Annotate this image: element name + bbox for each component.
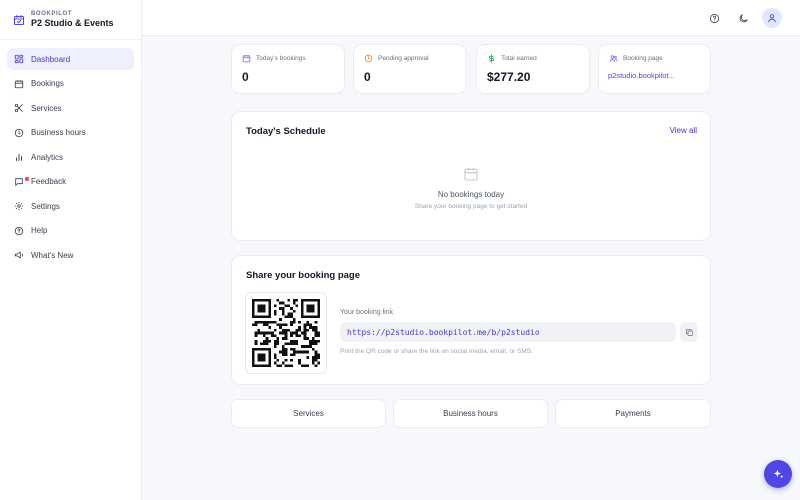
qr-code[interactable] <box>245 292 327 374</box>
help-icon <box>14 226 24 236</box>
notification-dot <box>25 176 29 181</box>
sidebar-item-business-hours[interactable]: Business hours <box>7 122 134 144</box>
sidebar-item-label: Bookings <box>31 79 64 88</box>
user-avatar-button[interactable] <box>762 8 782 28</box>
booking-link-field[interactable]: https://p2studio.bookpilot.me/b/p2studio <box>340 322 676 342</box>
stat-card-todays-bookings: Today's bookings 0 <box>231 44 345 94</box>
brand-name: P2 Studio & Events <box>31 18 114 28</box>
dollar-icon <box>488 54 494 63</box>
sidebar-item-label: Dashboard <box>31 54 71 64</box>
view-all-link[interactable]: View all <box>670 126 697 135</box>
stat-label: Today's bookings <box>256 55 306 62</box>
stat-label: Booking page <box>623 55 663 62</box>
copy-icon <box>685 328 693 336</box>
top-header <box>142 0 800 36</box>
clock-icon <box>364 54 373 63</box>
sidebar-item-label: Help <box>31 226 48 235</box>
user-icon <box>768 14 776 23</box>
share-booking-card: Share your booking page Your booking lin… <box>231 255 711 385</box>
gear-icon <box>14 201 24 211</box>
sidebar-item-label: Settings <box>31 201 60 211</box>
stat-card-total-earned: Total earned $277.20 <box>476 44 590 94</box>
services-button[interactable]: Services <box>231 399 386 428</box>
stat-value: 0 <box>364 70 371 84</box>
dashboard-icon <box>14 54 24 64</box>
assistant-button[interactable] <box>764 460 792 488</box>
stat-value: $277.20 <box>487 70 531 84</box>
theme-toggle-button[interactable] <box>733 8 753 28</box>
todays-schedule-card: Today's Schedule View all No bookings to… <box>231 111 711 241</box>
qr-code-image <box>252 299 320 367</box>
sidebar-item-whats-new[interactable]: What's New <box>7 244 134 266</box>
sidebar-item-feedback[interactable]: Feedback <box>7 171 134 193</box>
calendar-check-icon <box>13 14 25 25</box>
sidebar-item-label: Analytics <box>31 152 64 162</box>
stat-card-booking-page[interactable]: Booking page p2studio.bookpilot... <box>598 44 711 94</box>
megaphone-icon <box>14 250 24 260</box>
empty-title: No bookings today <box>437 190 505 199</box>
stat-value: 0 <box>242 70 249 84</box>
main-content: Today's bookings 0 Pending approval 0 To… <box>142 36 800 500</box>
stat-card-pending-approval: Pending approval 0 <box>353 44 467 94</box>
clock-icon <box>14 128 24 138</box>
business-hours-button[interactable]: Business hours <box>393 399 548 428</box>
sidebar-item-label: What's New <box>31 250 74 260</box>
scissors-icon <box>14 103 24 113</box>
link-label: Your booking link <box>340 309 394 316</box>
stat-label: Total earned <box>501 55 537 62</box>
calendar-icon <box>464 168 478 181</box>
brand[interactable]: BOOKPILOT P2 Studio & Events <box>0 0 141 40</box>
help-icon <box>709 13 719 23</box>
sidebar-item-settings[interactable]: Settings <box>7 195 134 217</box>
calendar-icon <box>14 79 24 89</box>
users-icon <box>609 55 618 62</box>
sparkle-icon <box>773 469 783 478</box>
sidebar-item-label: Feedback <box>31 177 67 186</box>
sidebar-item-services[interactable]: Services <box>7 97 134 119</box>
sidebar-item-dashboard[interactable]: Dashboard <box>7 48 134 70</box>
bar-chart-icon <box>14 152 24 162</box>
brand-kicker: BOOKPILOT <box>31 11 73 17</box>
sidebar-item-help[interactable]: Help <box>7 220 134 242</box>
copy-link-button[interactable] <box>680 322 698 342</box>
calendar-icon <box>242 55 251 63</box>
schedule-title: Today's Schedule <box>246 126 326 137</box>
sidebar-item-label: Services <box>31 103 62 113</box>
empty-subtitle: Share your booking page to get started <box>414 203 528 210</box>
help-button[interactable] <box>704 8 724 28</box>
share-hint: Print the QR code or share the link on s… <box>340 348 533 355</box>
sidebar-item-bookings[interactable]: Bookings <box>7 73 134 95</box>
payments-button[interactable]: Payments <box>555 399 711 428</box>
sidebar-item-label: Business hours <box>31 128 86 137</box>
booking-page-link[interactable]: p2studio.bookpilot... <box>608 71 675 80</box>
sidebar-item-analytics[interactable]: Analytics <box>7 146 134 168</box>
sidebar-nav: Dashboard Bookings Services Business hou… <box>0 40 141 277</box>
stat-label: Pending approval <box>378 55 429 62</box>
sidebar: BOOKPILOT P2 Studio & Events Dashboard B… <box>0 0 142 500</box>
moon-icon <box>739 13 748 22</box>
message-icon <box>14 177 24 187</box>
share-title: Share your booking page <box>246 270 361 281</box>
schedule-empty-state: No bookings today Share your booking pag… <box>232 166 710 210</box>
